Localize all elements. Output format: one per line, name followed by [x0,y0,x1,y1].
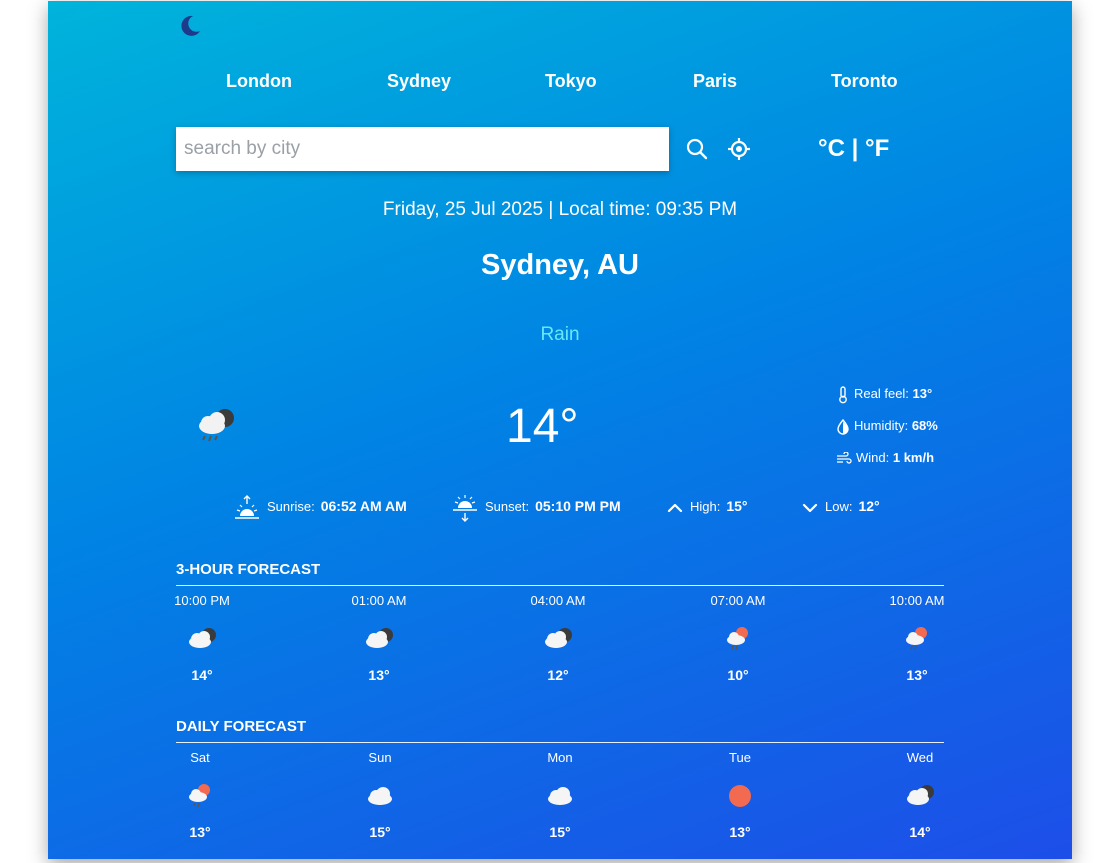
search-row: °C | °F [176,127,944,173]
daily-forecast-row: Sat 13° Sun 15° Mon 15° Tue 13° Wed 14° [176,750,944,850]
location-title: Sydney, AU [481,249,639,281]
city-london-button[interactable]: London [226,71,292,92]
thermometer-icon [839,385,847,403]
real-feel-row: Real feel: 13° [836,384,932,404]
humidity-row: Humidity: 68% [836,416,938,436]
daily-item: Wed 14° [880,750,960,840]
wind-icon [837,450,852,464]
search-input[interactable] [176,127,669,171]
current-temperature: 14° [506,400,579,453]
droplet-icon [837,418,849,435]
cloud-night-icon [545,628,572,648]
hourly-item: 07:00 AM 10° [710,593,766,683]
hourly-item: 01:00 AM 13° [351,593,407,683]
high-temp-item: High: 15° [666,491,748,521]
quick-city-nav: London Sydney Tokyo Paris Toronto [176,71,944,97]
daily-item: Mon 15° [520,750,600,840]
weather-condition: Rain [540,324,580,345]
hourly-divider [176,585,944,586]
weather-app: London Sydney Tokyo Paris Toronto °C [48,1,1072,859]
daily-forecast-title: daily forecast [176,718,307,735]
city-sydney-button[interactable]: Sydney [387,71,451,92]
city-toronto-button[interactable]: Toronto [831,71,898,92]
sunset-icon [453,494,477,522]
rain-cloud-night-icon [199,409,234,442]
celsius-button[interactable]: °C [818,135,845,162]
rain-cloud-night-icon [189,628,216,648]
location-crosshair-icon[interactable] [727,137,751,161]
unit-separator: | [851,135,859,162]
sunrise-item: Sunrise: 06:52 AM AM [233,491,407,521]
moon-icon[interactable] [176,13,202,39]
cloud-night-icon [907,785,934,805]
hourly-item: 10:00 AM 13° [889,593,945,683]
hourly-forecast-row: 10:00 PM 14° 01:00 AM 13° 04:00 AM 12° 0… [174,593,944,693]
rain-cloud-sun-icon [189,784,210,808]
daily-divider [176,742,944,743]
city-tokyo-button[interactable]: Tokyo [545,71,597,92]
cloud-night-icon [366,628,393,648]
hourly-item: 10:00 PM 14° [174,593,230,683]
daily-item: Sat 13° [160,750,240,840]
chevron-up-icon [667,503,683,512]
low-temp-item: Low: 12° [801,491,880,521]
unit-toggle: °C | °F [818,135,889,163]
chevron-down-icon [802,503,818,512]
rain-cloud-sun-icon [727,627,748,651]
cloud-icon [548,787,572,805]
city-paris-button[interactable]: Paris [693,71,737,92]
sunset-item: Sunset: 05:10 PM PM [451,491,621,522]
search-icon[interactable] [685,137,709,161]
fahrenheit-button[interactable]: °F [865,135,889,162]
hourly-forecast-title: 3-hour forecast [176,561,321,578]
sun-icon [729,785,751,807]
app-content: London Sydney Tokyo Paris Toronto °C [174,1,944,859]
local-datetime: Friday, 25 Jul 2025 | Local time: 09:35 … [382,199,738,220]
daily-item: Tue 13° [700,750,780,840]
rain-cloud-sun-icon [906,627,927,651]
hourly-item: 04:00 AM 12° [530,593,586,683]
wind-row: Wind: 1 km/h [836,448,934,468]
sunrise-icon [235,494,259,519]
daily-item: Sun 15° [340,750,420,840]
cloud-icon [368,787,392,805]
sun-and-range-row: Sunrise:06:52 AM AM Sunset:05:10 PM PM [176,491,944,522]
